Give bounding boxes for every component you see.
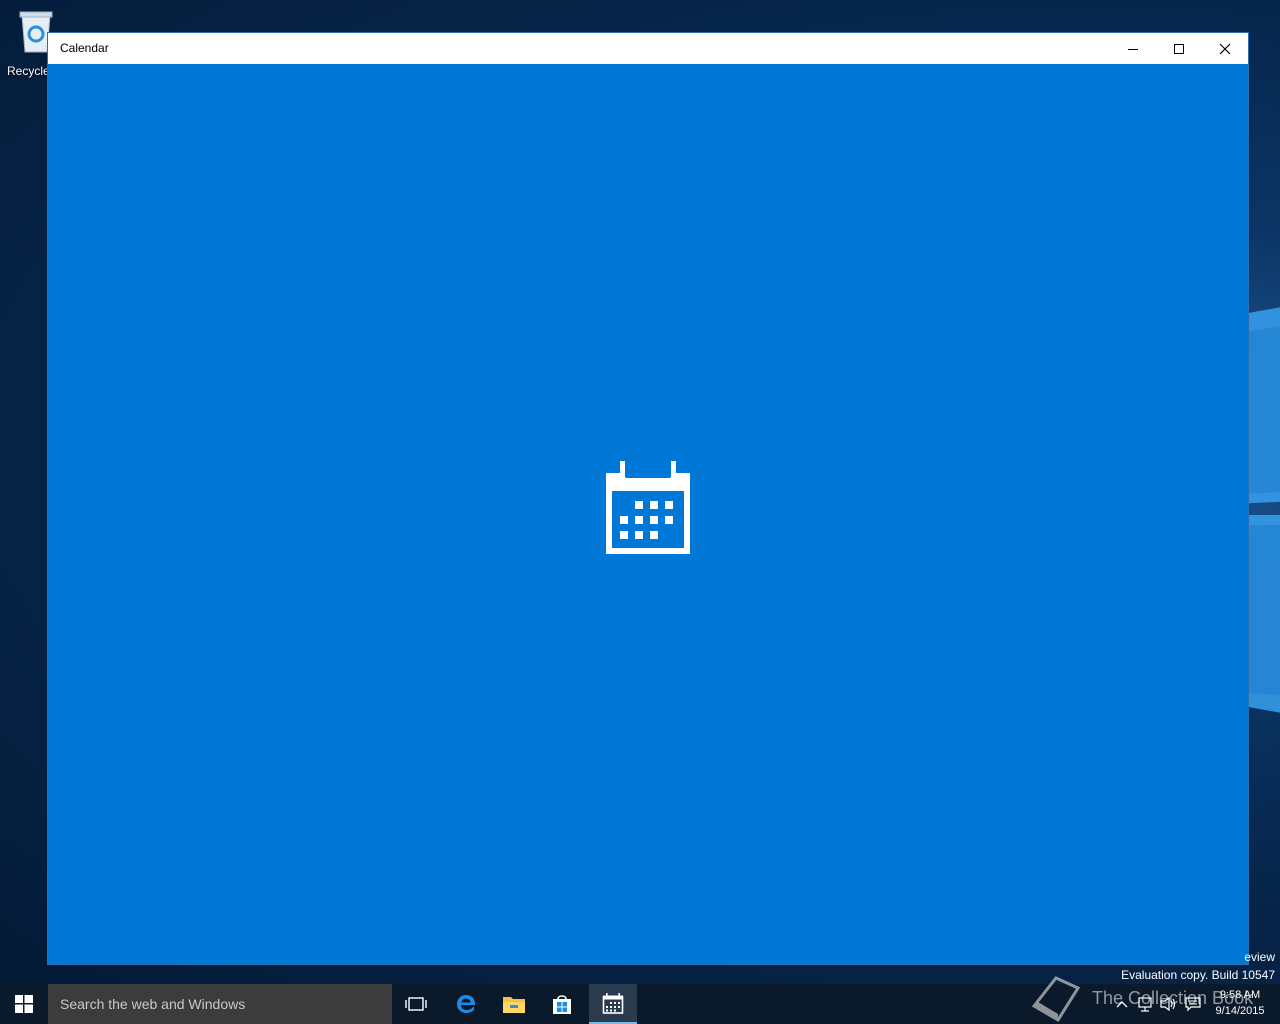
clock-time: 9:58 AM <box>1219 989 1261 1001</box>
build-watermark: Evaluation copy. Build 10547 <box>1121 968 1275 982</box>
calendar-window: Calendar <box>47 32 1249 965</box>
store-icon <box>553 995 571 1014</box>
title-bar[interactable]: Calendar <box>48 33 1248 64</box>
volume-button[interactable] <box>1158 995 1178 1013</box>
calendar-icon <box>606 461 690 554</box>
task-view-icon <box>405 997 427 1011</box>
task-view-button[interactable] <box>392 984 440 1024</box>
message-icon <box>1185 997 1201 1012</box>
search-placeholder: Search the web and Windows <box>60 996 246 1012</box>
show-hidden-icons-button[interactable] <box>1112 995 1132 1013</box>
maximize-icon <box>1174 43 1184 54</box>
search-box[interactable]: Search the web and Windows <box>48 984 392 1024</box>
windows-start-icon <box>15 995 33 1013</box>
taskbar: Search the web and Windows <box>0 984 1280 1024</box>
action-center-button[interactable] <box>1183 995 1203 1013</box>
edition-watermark: eview <box>1244 950 1275 964</box>
recycle-bin-label: Recycle <box>7 64 50 78</box>
maximize-button[interactable] <box>1156 33 1202 64</box>
book-watermark-icon <box>1031 976 1081 1023</box>
speaker-icon <box>1160 996 1176 1012</box>
calendar-taskbar-button[interactable] <box>589 984 637 1024</box>
file-explorer-button[interactable] <box>490 984 538 1024</box>
file-explorer-icon <box>503 997 525 1013</box>
network-icon <box>1138 997 1152 1012</box>
edge-icon <box>457 995 475 1013</box>
taskbar-clock[interactable]: 9:58 AM 9/14/2015 <box>1210 987 1270 1019</box>
minimize-icon <box>1128 48 1138 50</box>
clock-date: 9/14/2015 <box>1215 1005 1265 1017</box>
calendar-icon <box>602 993 624 1014</box>
chevron-up-icon <box>1116 1001 1128 1008</box>
window-title: Calendar <box>60 41 109 55</box>
network-button[interactable] <box>1135 995 1155 1013</box>
close-button[interactable] <box>1202 33 1248 64</box>
close-icon <box>1219 43 1231 54</box>
start-button[interactable] <box>0 984 48 1024</box>
minimize-button[interactable] <box>1110 33 1156 64</box>
edge-button[interactable] <box>442 984 490 1024</box>
store-button[interactable] <box>538 984 586 1024</box>
